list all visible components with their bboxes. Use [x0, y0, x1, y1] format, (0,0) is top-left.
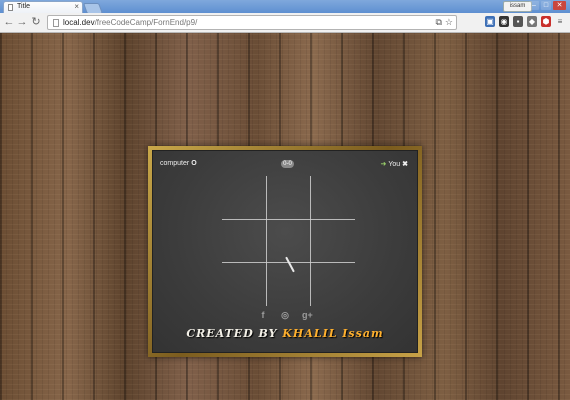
facebook-icon[interactable]: f [258, 310, 268, 320]
bookmark-star-icon[interactable]: ☆ [445, 17, 453, 28]
computer-player-label: computer O [160, 160, 197, 167]
extension-icon[interactable]: ▣ [485, 16, 495, 27]
profile-button[interactable]: issam [503, 1, 532, 12]
extension-icon[interactable]: ◆ [527, 16, 537, 27]
extension-icon[interactable]: ◉ [499, 16, 509, 27]
extension-icon[interactable]: ▪ [513, 16, 523, 27]
score-badge: 0-0 [281, 160, 294, 168]
page-background: computer O 0-0 ➜ You ✖ f ◎ g+ CREATED BY… [0, 33, 570, 400]
tab-close-icon[interactable]: × [74, 2, 79, 11]
page-icon [8, 4, 13, 11]
close-window-button[interactable]: ✕ [553, 1, 566, 10]
grid-cell-1[interactable] [267, 176, 310, 219]
credit-line: CREATED BY KHALIL Issam [0, 327, 570, 340]
human-mark: ✖ [402, 161, 408, 168]
back-icon[interactable]: ← [3, 16, 15, 29]
translate-icon[interactable]: ⧉ [435, 17, 441, 28]
browser-toolbar: ← → ↻ local.dev/freeCodeCamp/FornEnd/p9/… [0, 13, 570, 33]
forward-icon[interactable]: → [16, 16, 28, 29]
grid-cell-4[interactable] [267, 220, 310, 262]
browser-tab[interactable]: Title × [3, 1, 83, 13]
arrow-right-icon: ➜ [380, 161, 387, 168]
google-plus-icon[interactable]: g+ [302, 310, 313, 320]
minimize-button[interactable]: ‒ [529, 1, 539, 10]
address-bar[interactable]: local.dev/freeCodeCamp/FornEnd/p9/ ⧉ ☆ [47, 15, 457, 30]
credit-author-link[interactable]: KHALIL Issam [282, 327, 383, 340]
chalkboard: computer O 0-0 ➜ You ✖ f ◎ g+ [152, 150, 418, 353]
maximize-button[interactable]: □ [541, 1, 551, 10]
tab-title: Title [17, 3, 30, 10]
extension-icon[interactable]: ⬢ [541, 16, 551, 27]
grid-cell-2[interactable] [311, 176, 355, 219]
grid-cell-5[interactable] [311, 220, 355, 262]
url-text[interactable]: local.dev/freeCodeCamp/FornEnd/p9/ [63, 18, 197, 27]
social-links: f ◎ g+ [153, 310, 417, 320]
reload-icon[interactable]: ↻ [30, 16, 42, 29]
page-info-icon [53, 19, 59, 27]
github-icon[interactable]: ◎ [280, 310, 290, 320]
grid-cell-6[interactable] [222, 263, 266, 306]
credit-prefix: CREATED BY [186, 327, 278, 340]
chalkboard-frame: computer O 0-0 ➜ You ✖ f ◎ g+ [148, 146, 422, 357]
grid-cell-0[interactable] [222, 176, 266, 219]
human-player-label: ➜ You ✖ [380, 161, 408, 168]
window-titlebar: Title × issam ‒ □ ✕ [0, 0, 570, 14]
menu-icon[interactable]: ≡ [555, 16, 565, 27]
grid-cell-7[interactable] [267, 263, 310, 306]
grid-cell-3[interactable] [222, 220, 266, 262]
computer-mark: O [191, 160, 197, 167]
grid-cell-8[interactable] [311, 263, 355, 306]
